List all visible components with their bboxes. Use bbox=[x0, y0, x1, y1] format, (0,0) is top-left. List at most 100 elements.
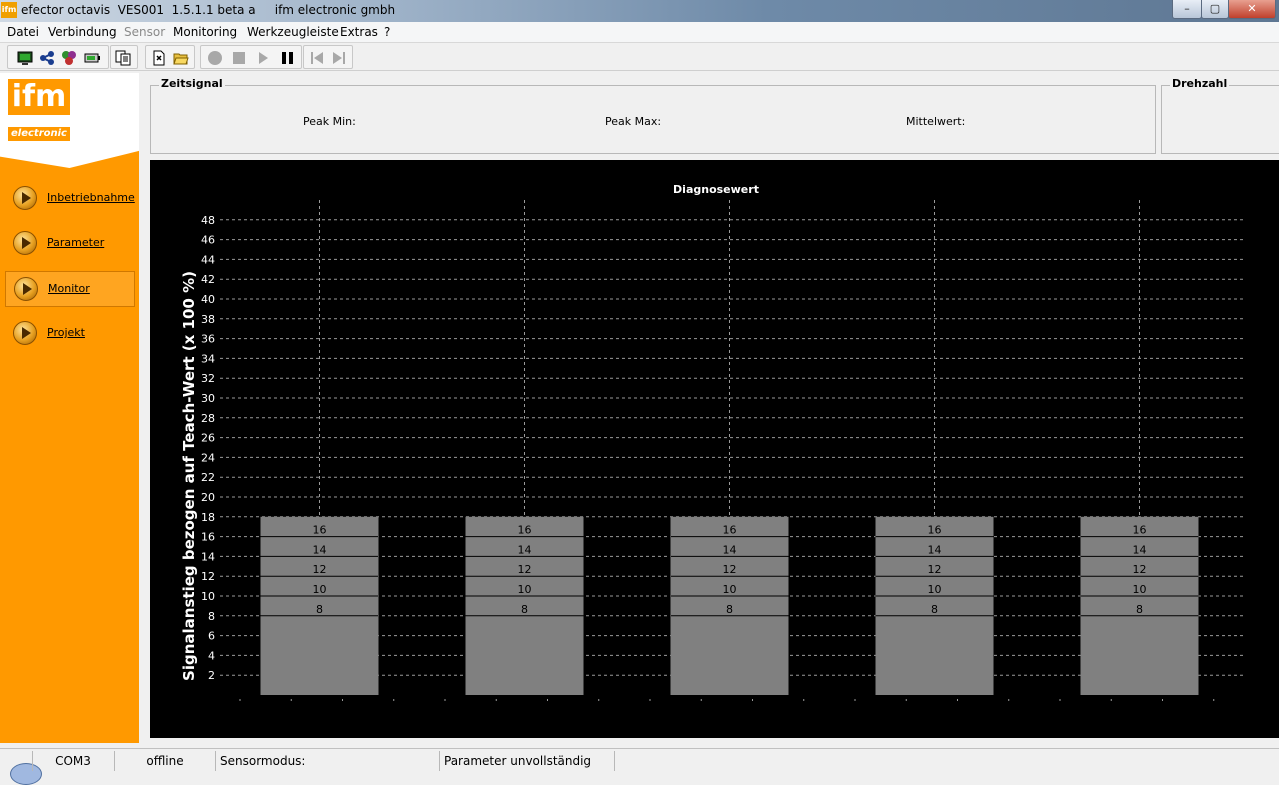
status-sensormodus: Sensormodus: bbox=[215, 751, 440, 771]
play-circle-icon bbox=[13, 321, 37, 345]
y-tick-label: 12 bbox=[201, 570, 215, 583]
minimize-button[interactable]: – bbox=[1172, 0, 1202, 19]
status-parameter: Parameter unvollständig bbox=[439, 751, 616, 771]
bar-threshold-label: 12 bbox=[518, 563, 532, 576]
bar-threshold-label: 8 bbox=[726, 603, 733, 616]
play-circle-icon bbox=[13, 186, 37, 210]
bar-threshold-label: 10 bbox=[723, 583, 737, 596]
ifm-logo: ifm electronic bbox=[0, 73, 139, 168]
y-tick-label: 20 bbox=[201, 491, 215, 504]
window-title: efector octavis VES001 1.5.1.1 beta a if… bbox=[21, 3, 396, 17]
y-tick-label: 42 bbox=[201, 273, 215, 286]
bar-threshold-label: 16 bbox=[1133, 524, 1147, 537]
sidebar-item-projekt[interactable]: Projekt bbox=[5, 316, 135, 350]
toolbar-group-playback bbox=[200, 45, 302, 69]
toolbar-group-copy bbox=[110, 45, 138, 69]
y-tick-label: 10 bbox=[201, 590, 215, 603]
sensor-icon[interactable] bbox=[61, 50, 77, 66]
zeitsignal-title: Zeitsignal bbox=[159, 77, 225, 90]
zeitsignal-group: Zeitsignal Peak Min: Peak Max: Mittelwer… bbox=[150, 77, 1156, 154]
y-tick-label: 8 bbox=[208, 610, 215, 623]
toolbar bbox=[0, 43, 1279, 71]
bar-threshold-label: 16 bbox=[723, 524, 737, 537]
y-tick-label: 44 bbox=[201, 253, 215, 266]
y-tick-label: 14 bbox=[201, 550, 215, 563]
bar-threshold-label: 16 bbox=[928, 524, 942, 537]
bar-threshold-label: 16 bbox=[518, 524, 532, 537]
close-button[interactable]: ✕ bbox=[1228, 0, 1276, 19]
y-tick-label: 26 bbox=[201, 432, 215, 445]
record-icon[interactable] bbox=[207, 50, 223, 66]
toolbar-group-navigation bbox=[303, 45, 353, 69]
toolbar-group-connection bbox=[7, 45, 109, 69]
status-connection: offline bbox=[114, 751, 215, 771]
bar-threshold-label: 12 bbox=[313, 563, 327, 576]
stop-icon[interactable] bbox=[231, 50, 247, 66]
bar-threshold-label: 8 bbox=[931, 603, 938, 616]
bar-threshold-label: 12 bbox=[723, 563, 737, 576]
menu-datei[interactable]: Datei bbox=[7, 25, 39, 39]
copy-icon[interactable] bbox=[115, 50, 131, 66]
bar-threshold-label: 14 bbox=[723, 543, 737, 556]
drehzahl-title: Drehzahl bbox=[1170, 77, 1230, 90]
bar-threshold-label: 10 bbox=[1133, 583, 1147, 596]
sidebar-item-label: Projekt bbox=[47, 326, 85, 339]
sidebar-item-inbetriebnahme[interactable]: Inbetriebnahme bbox=[5, 181, 135, 215]
mittelwert-label: Mittelwert: bbox=[906, 115, 966, 128]
y-tick-label: 6 bbox=[208, 630, 215, 643]
y-tick-label: 34 bbox=[201, 352, 215, 365]
status-empty bbox=[614, 751, 1275, 771]
y-tick-label: 48 bbox=[201, 214, 215, 227]
menu-bar: Datei Verbindung Sensor Monitoring Werkz… bbox=[0, 22, 1279, 43]
bar-threshold-label: 14 bbox=[518, 543, 532, 556]
title-bar: ifm efector octavis VES001 1.5.1.1 beta … bbox=[0, 0, 1279, 22]
peak-min-label: Peak Min: bbox=[303, 115, 356, 128]
toolbar-group-file bbox=[145, 45, 195, 69]
bar-threshold-label: 10 bbox=[518, 583, 532, 596]
maximize-button[interactable]: ▢ bbox=[1201, 0, 1229, 19]
menu-monitoring[interactable]: Monitoring bbox=[173, 25, 237, 39]
y-tick-label: 2 bbox=[208, 669, 215, 682]
bar-threshold-label: 14 bbox=[313, 543, 327, 556]
bar-threshold-label: 14 bbox=[928, 543, 942, 556]
battery-icon[interactable] bbox=[84, 50, 100, 66]
y-tick-label: 32 bbox=[201, 372, 215, 385]
bar-threshold-label: 8 bbox=[1136, 603, 1143, 616]
bar-threshold-label: 10 bbox=[313, 583, 327, 596]
status-port: COM3 bbox=[32, 751, 113, 771]
logo-electronic-text: electronic bbox=[8, 127, 70, 141]
bar-threshold-label: 8 bbox=[316, 603, 323, 616]
chart-ylabel: Signalanstieg bezogen auf Teach-Wert (x … bbox=[180, 271, 198, 681]
new-document-icon[interactable] bbox=[151, 50, 167, 66]
menu-extras[interactable]: Extras bbox=[340, 25, 378, 39]
sidebar-item-label: Monitor bbox=[48, 282, 90, 295]
menu-help[interactable]: ? bbox=[384, 25, 390, 39]
y-tick-label: 28 bbox=[201, 412, 215, 425]
monitor-icon[interactable] bbox=[17, 50, 33, 66]
drehzahl-group: Drehzahl bbox=[1161, 77, 1279, 154]
logo-ifm-text: ifm bbox=[8, 79, 70, 115]
pause-icon[interactable] bbox=[279, 50, 295, 66]
menu-verbindung[interactable]: Verbindung bbox=[48, 25, 117, 39]
skip-back-icon[interactable] bbox=[309, 50, 325, 66]
y-tick-label: 18 bbox=[201, 511, 215, 524]
y-tick-label: 24 bbox=[201, 451, 215, 464]
chart-svg: 8 10 12 14 16 8 10 12 14 16 8 10 12 14 16 8 10 12 14 16 8 10 1… bbox=[180, 183, 1245, 701]
bar-threshold-label: 12 bbox=[928, 563, 942, 576]
menu-sensor[interactable]: Sensor bbox=[124, 25, 165, 39]
y-tick-label: 22 bbox=[201, 471, 215, 484]
skip-forward-icon[interactable] bbox=[331, 50, 347, 66]
peak-max-label: Peak Max: bbox=[605, 115, 662, 128]
bar-threshold-label: 14 bbox=[1133, 543, 1147, 556]
sidebar-item-parameter[interactable]: Parameter bbox=[5, 226, 135, 260]
sidebar-item-monitor[interactable]: Monitor bbox=[5, 271, 135, 307]
app-icon: ifm bbox=[1, 2, 17, 18]
bar-threshold-label: 8 bbox=[521, 603, 528, 616]
network-icon[interactable] bbox=[39, 50, 55, 66]
open-folder-icon[interactable] bbox=[173, 50, 189, 66]
play-icon[interactable] bbox=[255, 50, 271, 66]
menu-werkzeugleiste[interactable]: Werkzeugleiste bbox=[247, 25, 339, 39]
sidebar: ifm electronic Inbetriebnahme Parameter … bbox=[0, 73, 139, 743]
y-tick-label: 38 bbox=[201, 313, 215, 326]
y-tick-label: 4 bbox=[208, 649, 215, 662]
